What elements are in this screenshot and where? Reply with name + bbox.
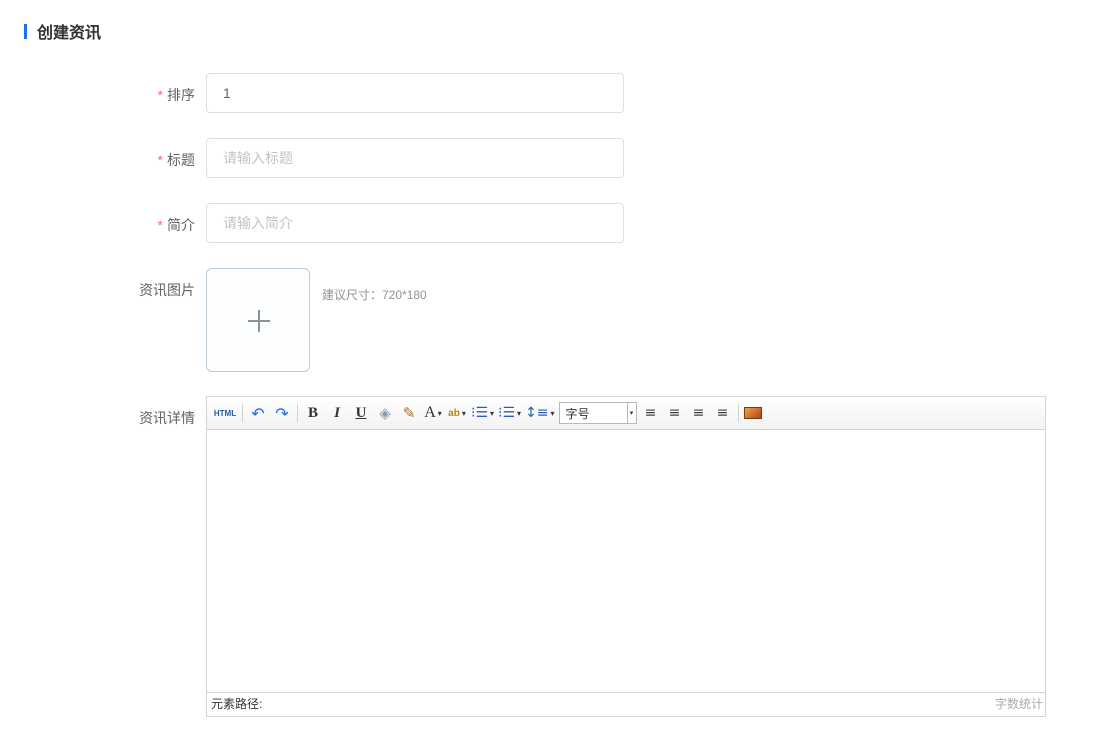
font-size-select[interactable]: 字号 ▾ <box>558 402 637 424</box>
title-label-text: 标题 <box>167 152 195 168</box>
chevron-down-icon: ▾ <box>490 408 495 418</box>
font-color-glyph: A <box>424 404 436 421</box>
eraser-icon[interactable]: ◈ <box>375 403 395 423</box>
font-size-value: 字号 <box>565 406 590 421</box>
html-icon[interactable]: HTML <box>213 403 237 423</box>
image-size-hint: 建议尺寸：720*180 <box>322 288 427 302</box>
chevron-down-icon: ▾ <box>517 408 522 418</box>
chevron-down-icon: ▾ <box>461 408 466 418</box>
align-justify-icon[interactable]: ≡ <box>713 403 733 423</box>
chevron-down-icon: ▾ <box>437 408 442 418</box>
unordered-list-glyph: ⁝☰ <box>498 405 516 421</box>
align-left-icon[interactable]: ≡ <box>641 403 661 423</box>
line-height-glyph: ↕≡ <box>525 405 549 421</box>
chevron-down-icon: ▾ <box>626 403 636 423</box>
bg-color-glyph: ab <box>448 407 460 419</box>
redo-icon[interactable]: ↷ <box>272 403 292 423</box>
chevron-down-icon: ▾ <box>550 408 555 418</box>
sort-label: * 排序 <box>158 85 195 105</box>
align-center-icon[interactable]: ≡ <box>689 403 709 423</box>
ordered-list-icon[interactable]: ⁝☰ ▾ <box>471 403 494 423</box>
rich-text-editor: HTML ↶ ↷ B I U ◈ ✎ A ▾ ab ▾ ⁝☰ ▾ ⁝☰ ▾ ↕≡ ▾ 字号… <box>206 396 1046 717</box>
toolbar-separator <box>737 404 739 422</box>
align-right-icon[interactable]: ≡ <box>665 403 685 423</box>
required-asterisk: * <box>157 217 163 233</box>
format-brush-icon[interactable]: ✎ <box>399 403 419 423</box>
image-label: 资讯图片 <box>139 282 195 298</box>
image-uploader[interactable] <box>206 268 310 372</box>
create-news-page: 创建资讯 *排序 *标题 *简介 资讯图片 建议尺寸：720*180 资讯详情 … <box>0 0 1107 744</box>
sort-label-text: 排序 <box>167 87 195 103</box>
summary-label-text: 简介 <box>167 217 195 233</box>
title-accent-bar <box>24 23 27 39</box>
plus-icon <box>248 310 270 332</box>
sort-input[interactable] <box>206 73 624 113</box>
ordered-list-glyph: ⁝☰ <box>471 405 489 421</box>
summary-input[interactable] <box>206 203 624 243</box>
title-input[interactable] <box>206 138 624 178</box>
detail-label: 资讯详情 <box>139 410 195 426</box>
line-height-icon[interactable]: ↕≡ ▾ <box>525 403 554 423</box>
page-title: 创建资讯 <box>37 25 102 42</box>
editor-toolbar: HTML ↶ ↷ B I U ◈ ✎ A ▾ ab ▾ ⁝☰ ▾ ⁝☰ ▾ ↕≡ ▾ 字号… <box>207 397 1045 430</box>
section-header: 创建资讯 <box>24 20 101 42</box>
unordered-list-icon[interactable]: ⁝☰ ▾ <box>498 403 521 423</box>
italic-icon[interactable]: I <box>327 403 347 423</box>
toolbar-separator <box>242 404 243 422</box>
image-icon[interactable] <box>743 407 762 419</box>
background-color-icon[interactable]: ab ▾ <box>447 403 467 423</box>
editor-content-area[interactable] <box>207 430 1045 692</box>
required-asterisk: * <box>157 87 163 103</box>
editor-statusbar: 元素路径: 字数统计 <box>207 692 1045 716</box>
title-label: * 标题 <box>158 150 195 170</box>
bold-icon[interactable]: B <box>303 403 323 423</box>
word-count: 字数统计 <box>994 697 1043 711</box>
element-path: 元素路径: <box>211 697 263 711</box>
underline-icon[interactable]: U <box>351 403 371 423</box>
toolbar-separator <box>297 404 298 422</box>
undo-icon[interactable]: ↶ <box>248 403 268 423</box>
summary-label: * 简介 <box>158 215 195 235</box>
font-color-icon[interactable]: A ▾ <box>423 403 443 423</box>
required-asterisk: * <box>157 152 163 168</box>
